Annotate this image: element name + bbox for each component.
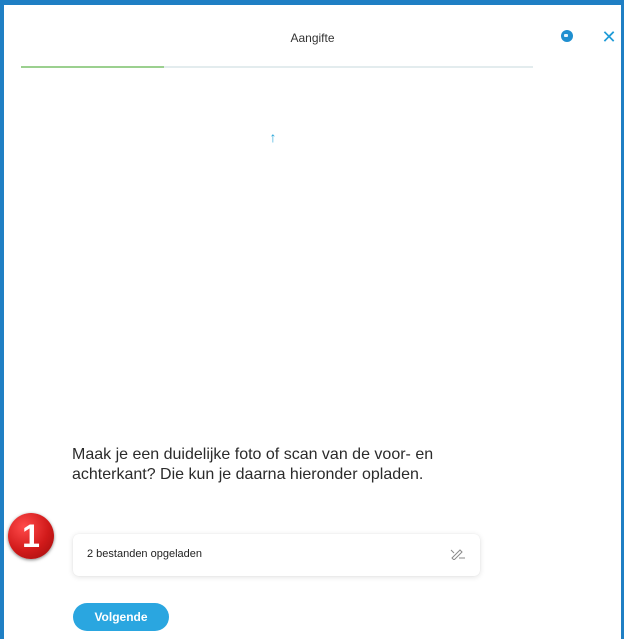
info-dot-icon[interactable] xyxy=(561,30,573,42)
dialog-header: Aangifte ✕ xyxy=(4,5,621,67)
edit-pencil-icon[interactable] xyxy=(450,548,466,560)
progress-bar-fill xyxy=(21,66,165,68)
close-icon[interactable]: ✕ xyxy=(601,28,617,46)
dialog-window: Aangifte ✕ ↑ Maak je een duidelijke foto… xyxy=(0,0,624,639)
dialog-title: Aangifte xyxy=(290,31,335,45)
instruction-text: Maak je een duidelijke foto of scan van … xyxy=(72,446,434,483)
step-number-badge: 1 xyxy=(8,513,54,559)
progress-bar xyxy=(21,66,533,68)
next-button[interactable]: Volgende xyxy=(73,603,169,631)
uploaded-files-card[interactable]: 2 bestanden opgeladen xyxy=(73,534,480,576)
uploaded-files-label: 2 bestanden opgeladen xyxy=(87,548,202,560)
upload-arrow-icon: ↑ xyxy=(269,129,277,145)
